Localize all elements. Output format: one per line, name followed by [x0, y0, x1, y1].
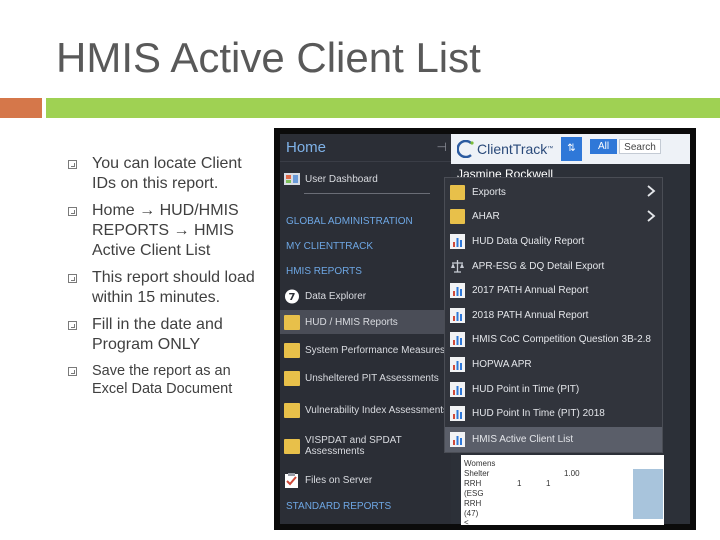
report-chart-icon	[450, 307, 465, 323]
folder-icon	[284, 314, 300, 330]
report-chart-icon	[450, 332, 465, 348]
sidebar-item-vispdat[interactable]: VISPDAT and SPDAT Assessments	[280, 433, 451, 459]
sidebar-home[interactable]: Home ⊣	[280, 134, 451, 162]
svg-text:7: 7	[289, 292, 296, 303]
menu-item-2018-path[interactable]: 2018 PATH Annual Report	[445, 303, 662, 328]
report-chart-icon	[450, 381, 465, 397]
folder-icon	[284, 342, 300, 358]
report-chart-icon	[450, 431, 465, 447]
sort-button[interactable]: ⇅	[561, 137, 582, 161]
sidebar-item-unsheltered-pit[interactable]: Unsheltered PIT Assessments	[280, 368, 451, 388]
folder-icon	[284, 370, 300, 386]
sidebar-item-standard-reports[interactable]: STANDARD REPORTS	[280, 501, 391, 512]
scales-icon	[451, 259, 464, 273]
menu-item-hmis-active-client-list[interactable]: HMIS Active Client List	[445, 427, 662, 452]
sidebar-item-vulnerability-index[interactable]: Vulnerability Index Assessments	[280, 397, 451, 423]
chevron-right-icon	[647, 185, 656, 197]
menu-item-ahar[interactable]: AHAR	[445, 205, 662, 230]
logo-mark-icon	[457, 140, 474, 158]
folder-icon	[450, 184, 465, 200]
report-chart-icon	[450, 233, 465, 249]
hud-hmis-reports-menu: Exports AHAR HUD Data Quality Report APR…	[444, 177, 663, 453]
bullet-item: You can locate Client IDs on this report…	[68, 154, 268, 194]
bullet-item: This report should load within 15 minute…	[68, 268, 268, 308]
menu-item-hud-pit[interactable]: HUD Point in Time (PIT)	[445, 377, 662, 402]
sidebar-item-my-clienttrack[interactable]: MY CLIENTTRACK	[280, 241, 373, 252]
bullet-list: You can locate Client IDs on this report…	[68, 154, 268, 405]
menu-item-hud-pit-2018[interactable]: HUD Point In Time (PIT) 2018	[445, 401, 662, 426]
chevron-right-icon	[647, 209, 656, 222]
bullet-icon	[68, 274, 77, 283]
bullet-icon	[68, 160, 77, 169]
title-rule-orange	[0, 98, 42, 118]
sidebar: Home ⊣ User Dashboard GLOBAL ADMINISTRAT…	[280, 134, 451, 524]
bullet-icon	[68, 207, 77, 216]
sidebar-item-files-on-server[interactable]: Files on Server	[280, 470, 451, 490]
sidebar-item-data-explorer[interactable]: 7 Data Explorer	[280, 285, 451, 308]
bullet-item: Fill in the date and Program ONLY	[68, 315, 268, 355]
sidebar-item-user-dashboard[interactable]: User Dashboard	[280, 170, 451, 188]
bullet-icon	[68, 367, 77, 376]
top-bar: ClientTrack ™ ⇅ All Search	[451, 134, 690, 164]
bullet-icon	[68, 321, 77, 330]
data-explorer-icon: 7	[285, 289, 299, 304]
title-rule-green	[46, 98, 720, 118]
bullet-item: Save the report as an Excel Data Documen…	[68, 362, 268, 398]
report-chart-icon	[450, 406, 465, 422]
sidebar-divider	[304, 193, 430, 194]
report-bar	[633, 469, 663, 519]
sidebar-item-global-admin[interactable]: GLOBAL ADMINISTRATION	[280, 216, 413, 227]
folder-icon	[450, 209, 465, 225]
search-button[interactable]: Search	[619, 139, 661, 154]
menu-item-exports[interactable]: Exports	[445, 180, 662, 205]
clienttrack-logo: ClientTrack ™	[457, 140, 553, 158]
dashboard-icon	[284, 172, 300, 185]
slide-title: HMIS Active Client List	[56, 34, 481, 81]
clipboard-check-icon	[285, 472, 298, 488]
folder-icon	[284, 402, 300, 418]
menu-item-hud-data-quality[interactable]: HUD Data Quality Report	[445, 229, 662, 254]
menu-item-hopwa-apr[interactable]: HOPWA APR	[445, 352, 662, 377]
menu-item-apr-esg[interactable]: APR-ESG & DQ Detail Export	[445, 254, 662, 279]
report-chart-icon	[450, 356, 465, 372]
all-button[interactable]: All	[590, 139, 617, 154]
report-table-partial: Womens Shelter RRH (ESG RRH (47) < 1.00 …	[461, 455, 664, 527]
report-chart-icon	[450, 283, 465, 299]
sidebar-item-system-performance[interactable]: System Performance Measures	[280, 337, 451, 363]
menu-item-coc-competition[interactable]: HMIS CoC Competition Question 3B-2.8	[445, 328, 662, 353]
sidebar-item-hud-hmis-reports[interactable]: HUD / HMIS Reports	[280, 310, 451, 334]
pin-icon[interactable]: ⊣	[437, 140, 447, 154]
bullet-item: Home → HUD/HMIS REPORTS → HMIS Active Cl…	[68, 201, 268, 261]
folder-icon	[284, 438, 300, 454]
sidebar-item-hmis-reports[interactable]: HMIS REPORTS	[280, 266, 362, 277]
menu-item-2017-path[interactable]: 2017 PATH Annual Report	[445, 278, 662, 303]
